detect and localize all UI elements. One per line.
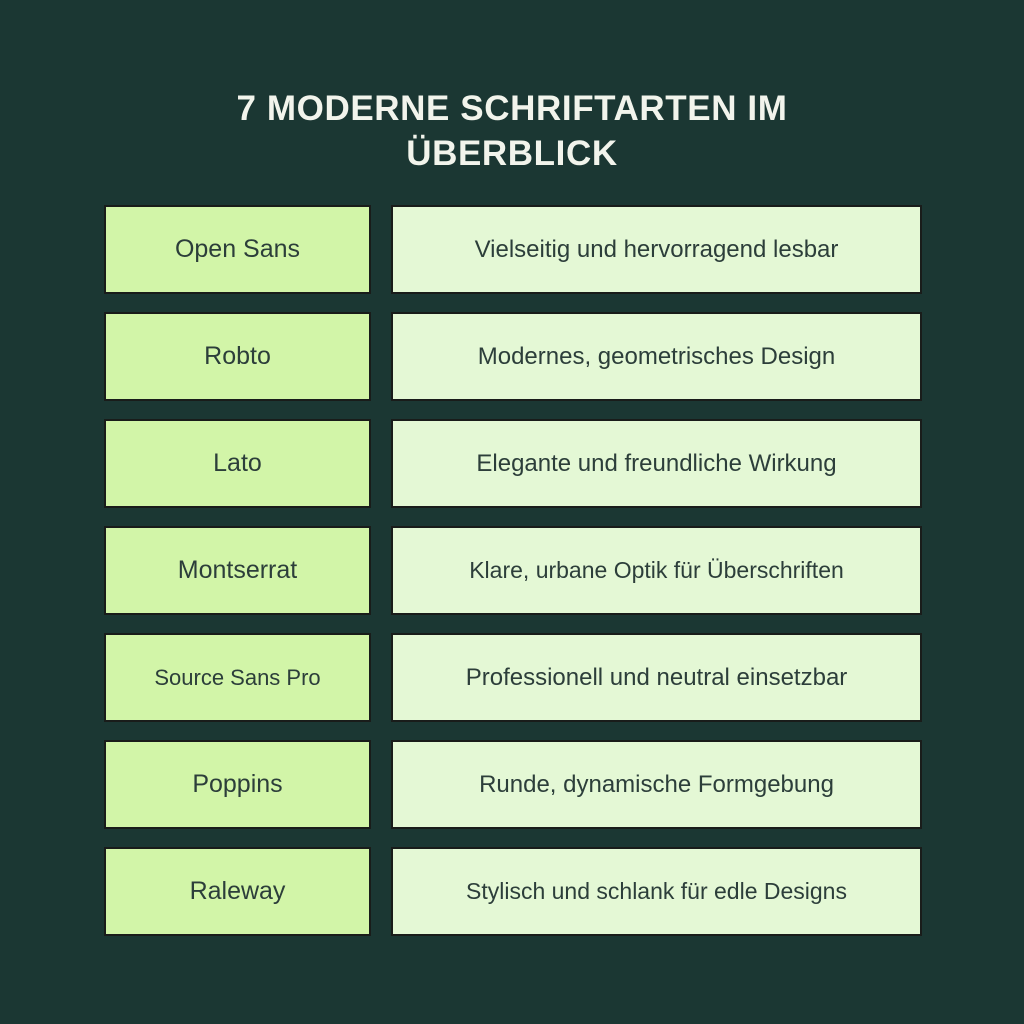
column-gap: [371, 740, 391, 829]
table-row: Open Sans Vielseitig und hervorragend le…: [104, 205, 922, 294]
font-description-cell: Vielseitig und hervorragend lesbar: [391, 205, 922, 294]
table-row: Lato Elegante und freundliche Wirkung: [104, 419, 922, 508]
column-gap: [371, 419, 391, 508]
font-name-cell: Source Sans Pro: [104, 633, 371, 722]
font-list-table: Open Sans Vielseitig und hervorragend le…: [104, 205, 922, 936]
font-name-cell: Lato: [104, 419, 371, 508]
table-row: Raleway Stylisch und schlank für edle De…: [104, 847, 922, 936]
font-name-cell: Montserrat: [104, 526, 371, 615]
font-description-cell: Stylisch und schlank für edle Designs: [391, 847, 922, 936]
font-name-cell: Raleway: [104, 847, 371, 936]
column-gap: [371, 526, 391, 615]
column-gap: [371, 312, 391, 401]
font-description-cell: Runde, dynamische Formgebung: [391, 740, 922, 829]
font-description-cell: Modernes, geometrisches Design: [391, 312, 922, 401]
page-title: 7 Moderne Schriftarten im Überblick: [236, 89, 788, 173]
table-row: Source Sans Pro Professionell und neutra…: [104, 633, 922, 722]
font-name-cell: Poppins: [104, 740, 371, 829]
font-name-cell: Open Sans: [104, 205, 371, 294]
font-description-cell: Professionell und neutral einsetzbar: [391, 633, 922, 722]
column-gap: [371, 205, 391, 294]
column-gap: [371, 847, 391, 936]
font-description-cell: Elegante und freundliche Wirkung: [391, 419, 922, 508]
table-row: Robto Modernes, geometrisches Design: [104, 312, 922, 401]
font-name-cell: Robto: [104, 312, 371, 401]
font-description-cell: Klare, urbane Optik für Überschriften: [391, 526, 922, 615]
table-row: Poppins Runde, dynamische Formgebung: [104, 740, 922, 829]
poster: 7 Moderne Schriftarten im Überblick Open…: [0, 0, 1024, 1024]
column-gap: [371, 633, 391, 722]
table-row: Montserrat Klare, urbane Optik für Übers…: [104, 526, 922, 615]
